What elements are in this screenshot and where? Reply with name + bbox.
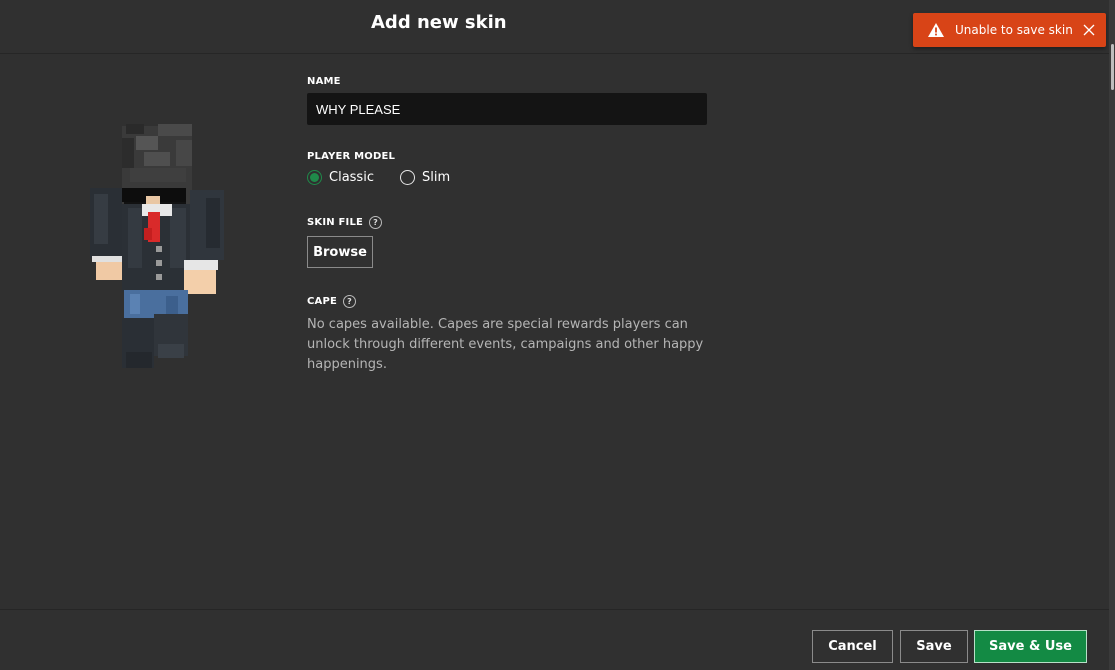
slim-radio[interactable]	[399, 170, 415, 185]
page-title: Add new skin	[371, 12, 507, 33]
classic-radio-option[interactable]: Classic	[307, 170, 374, 185]
cape-label-row: CAPE ?	[307, 295, 357, 308]
skin-preview	[86, 124, 226, 372]
classic-radio[interactable]	[307, 170, 322, 185]
save-and-use-button[interactable]: Save & Use	[974, 630, 1087, 663]
close-icon[interactable]	[1081, 22, 1097, 38]
radio-selected-dot	[310, 173, 319, 182]
slim-label: Slim	[421, 170, 451, 185]
player-model-radio-group: Classic Slim	[307, 170, 450, 185]
name-label: NAME	[307, 76, 341, 87]
skin-file-label-row: SKIN FILE ?	[307, 216, 383, 229]
cape-label: CAPE	[307, 296, 338, 307]
help-icon[interactable]: ?	[343, 295, 357, 308]
scrollbar-thumb[interactable]	[1111, 44, 1114, 90]
skin-file-label: SKIN FILE	[307, 217, 364, 228]
cancel-button[interactable]: Cancel	[812, 630, 893, 663]
warning-icon	[927, 22, 945, 38]
slim-radio-option[interactable]: Slim	[399, 170, 451, 185]
browse-button[interactable]: Browse	[307, 236, 373, 268]
name-field[interactable]	[307, 93, 707, 125]
player-model-label: PLAYER MODEL	[307, 151, 396, 162]
help-icon[interactable]: ?	[369, 216, 383, 229]
save-button[interactable]: Save	[900, 630, 968, 663]
cape-description: No capes available. Capes are special re…	[307, 317, 704, 372]
toast-message: Unable to save skin	[955, 23, 1073, 37]
classic-label: Classic	[329, 170, 374, 185]
error-toast: Unable to save skin	[913, 13, 1106, 47]
scrollbar[interactable]	[1109, 0, 1115, 670]
